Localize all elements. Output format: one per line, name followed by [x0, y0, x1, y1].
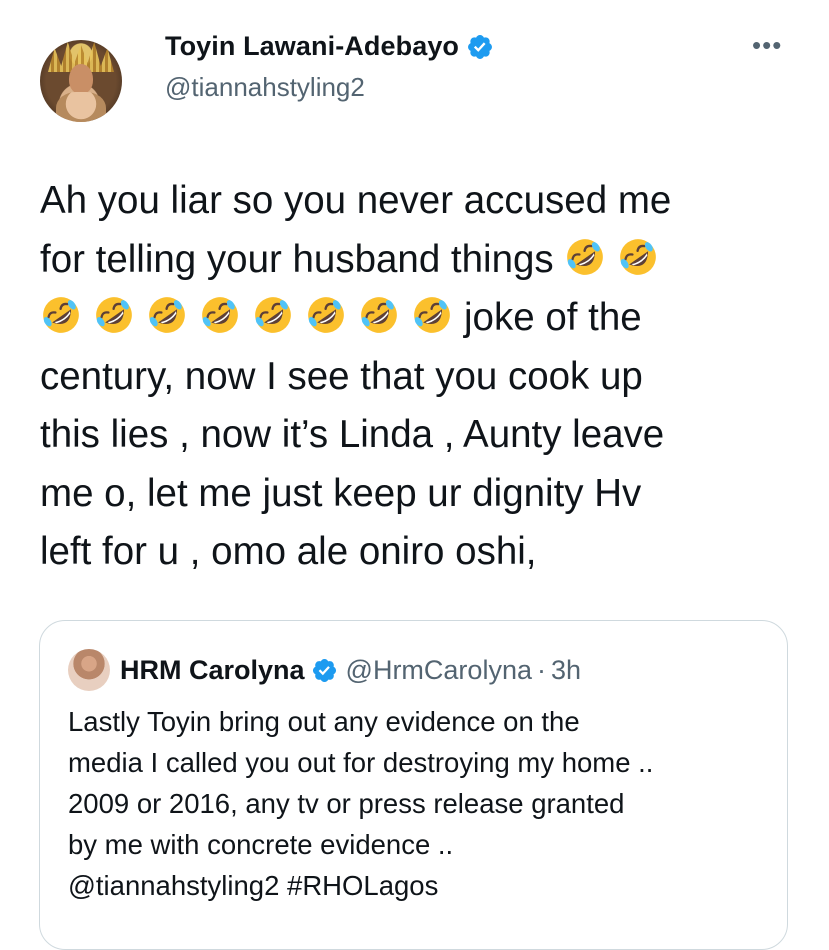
quoted-handle[interactable]: @HrmCarolyna [346, 655, 532, 686]
quoted-tweet-card[interactable]: HRM Carolyna @HrmCarolyna · 3h Lastly To… [39, 620, 788, 950]
emoji-row-3 [40, 296, 464, 339]
tweet-line-3: joke of the [464, 296, 642, 339]
quoted-verified-badge-icon [312, 658, 336, 682]
quoted-header: HRM Carolyna @HrmCarolyna · 3h [68, 649, 581, 691]
verified-badge-icon [468, 34, 492, 59]
author-avatar[interactable] [40, 40, 122, 122]
rolling-laughing-emoji-icon [199, 294, 241, 336]
quoted-separator: · [536, 654, 546, 685]
tweet-line-2: for telling your husband things [40, 237, 565, 281]
rolling-laughing-emoji-icon [252, 294, 294, 336]
rolling-laughing-emoji-icon [411, 294, 453, 336]
author-display-name[interactable]: Toyin Lawani-Adebayo [165, 31, 459, 62]
rolling-laughing-emoji-icon [617, 236, 659, 278]
quoted-timestamp[interactable]: 3h [551, 655, 581, 686]
avatar-body [56, 92, 106, 122]
quoted-tweet-text: Lastly Toyin bring out any evidence on t… [68, 706, 654, 901]
rolling-laughing-emoji-icon [93, 294, 135, 336]
tweet-line-1: Ah you liar so you never accused me [40, 179, 672, 222]
rolling-laughing-emoji-icon [146, 294, 188, 336]
quoted-display-name[interactable]: HRM Carolyna [120, 655, 305, 686]
author-handle[interactable]: @tiannahstyling2 [165, 72, 365, 103]
author-name-row: Toyin Lawani-Adebayo [165, 31, 494, 62]
rolling-laughing-emoji-icon [564, 236, 606, 278]
quoted-avatar[interactable] [68, 649, 110, 691]
emoji-row-2 [564, 238, 670, 281]
rolling-laughing-emoji-icon [40, 294, 82, 336]
rolling-laughing-emoji-icon [305, 294, 347, 336]
avatar-face [69, 64, 93, 94]
tweet-text: Ah you liar so you never accused me for … [40, 172, 800, 582]
tweet-text-rest: century, now I see that you cook up this… [40, 354, 665, 574]
more-options-icon[interactable]: ••• [752, 32, 782, 58]
rolling-laughing-emoji-icon [358, 294, 400, 336]
